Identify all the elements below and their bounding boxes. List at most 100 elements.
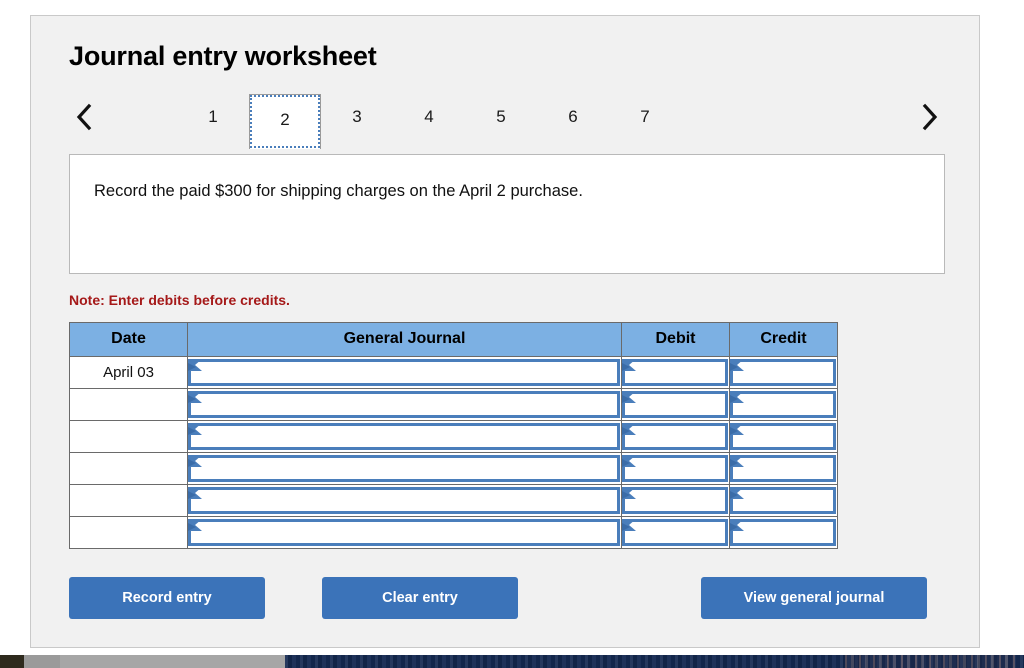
debit-input[interactable]: [637, 457, 721, 479]
table-header-row: Date General Journal Debit Credit: [69, 321, 838, 357]
credit-cell[interactable]: [729, 387, 838, 421]
clear-entry-button[interactable]: Clear entry: [322, 576, 518, 619]
debit-field[interactable]: [622, 518, 728, 546]
dropdown-marker-icon: [622, 390, 636, 403]
general-journal-field[interactable]: [188, 390, 620, 418]
dropdown-marker-icon: [622, 486, 636, 499]
column-header-debit: Debit: [621, 321, 730, 357]
credit-field[interactable]: [730, 390, 836, 418]
view-general-journal-button[interactable]: View general journal: [701, 576, 927, 619]
date-cell[interactable]: [69, 515, 188, 549]
debit-cell[interactable]: [621, 483, 730, 517]
dropdown-marker-icon: [188, 518, 202, 531]
table-row: [69, 515, 838, 549]
column-header-date: Date: [69, 321, 188, 357]
debit-cell[interactable]: [621, 419, 730, 453]
general-journal-input[interactable]: [203, 393, 613, 415]
table-row: [69, 387, 838, 421]
taskbar-gray-segment-a: [24, 655, 60, 668]
tab-6[interactable]: 6: [537, 101, 609, 133]
credit-cell[interactable]: [729, 355, 838, 389]
general-journal-input[interactable]: [203, 425, 613, 447]
credit-cell[interactable]: [729, 451, 838, 485]
taskbar-gray-segment-b: [60, 655, 285, 668]
next-page-arrow[interactable]: [915, 100, 945, 134]
dropdown-marker-icon: [730, 390, 744, 403]
general-journal-field[interactable]: [188, 518, 620, 546]
date-cell[interactable]: [69, 419, 188, 453]
general-journal-cell[interactable]: [187, 387, 622, 421]
credit-input[interactable]: [745, 521, 829, 543]
credit-field[interactable]: [730, 358, 836, 386]
credit-field[interactable]: [730, 518, 836, 546]
debit-cell[interactable]: [621, 515, 730, 549]
credit-input[interactable]: [745, 489, 829, 511]
debit-input[interactable]: [637, 521, 721, 543]
page-title: Journal entry worksheet: [69, 41, 377, 71]
general-journal-field[interactable]: [188, 454, 620, 482]
credit-input[interactable]: [745, 361, 829, 383]
tab-1[interactable]: 1: [177, 101, 249, 133]
dropdown-marker-icon: [188, 454, 202, 467]
debit-field[interactable]: [622, 390, 728, 418]
credit-cell[interactable]: [729, 515, 838, 549]
debit-field[interactable]: [622, 486, 728, 514]
tab-7[interactable]: 7: [609, 101, 681, 133]
general-journal-input[interactable]: [203, 521, 613, 543]
general-journal-input[interactable]: [203, 489, 613, 511]
table-row: [69, 451, 838, 485]
wallpaper-texture-warm: [845, 655, 1015, 668]
debit-cell[interactable]: [621, 355, 730, 389]
dropdown-marker-icon: [188, 390, 202, 403]
credit-input[interactable]: [745, 393, 829, 415]
debit-field[interactable]: [622, 454, 728, 482]
debit-input[interactable]: [637, 361, 721, 383]
general-journal-cell[interactable]: [187, 451, 622, 485]
tab-2[interactable]: 2: [249, 93, 321, 149]
chevron-right-icon: [921, 103, 939, 131]
dropdown-marker-icon: [730, 422, 744, 435]
journal-table-head: Date General Journal Debit Credit: [69, 321, 838, 357]
general-journal-cell[interactable]: [187, 483, 622, 517]
debit-cell[interactable]: [621, 451, 730, 485]
previous-page-arrow[interactable]: [69, 100, 99, 134]
general-journal-field[interactable]: [188, 358, 620, 386]
credit-cell[interactable]: [729, 483, 838, 517]
debit-cell[interactable]: [621, 387, 730, 421]
credit-input[interactable]: [745, 457, 829, 479]
tab-3[interactable]: 3: [321, 101, 393, 133]
action-button-row: Record entry Clear entry View general jo…: [69, 576, 945, 619]
tab-4[interactable]: 4: [393, 101, 465, 133]
credit-field[interactable]: [730, 422, 836, 450]
journal-table-body: April 03: [69, 355, 838, 549]
dropdown-marker-icon: [730, 486, 744, 499]
table-row: April 03: [69, 355, 838, 389]
debit-input[interactable]: [637, 489, 721, 511]
general-journal-input[interactable]: [203, 457, 613, 479]
instruction-text: Record the paid $300 for shipping charge…: [94, 181, 583, 200]
tab-5[interactable]: 5: [465, 101, 537, 133]
date-cell[interactable]: [69, 451, 188, 485]
debit-field[interactable]: [622, 358, 728, 386]
general-journal-cell[interactable]: [187, 515, 622, 549]
date-cell[interactable]: [69, 483, 188, 517]
dropdown-marker-icon: [188, 486, 202, 499]
credit-field[interactable]: [730, 454, 836, 482]
credit-cell[interactable]: [729, 419, 838, 453]
general-journal-field[interactable]: [188, 486, 620, 514]
credit-input[interactable]: [745, 425, 829, 447]
dropdown-marker-icon: [622, 518, 636, 531]
debit-field[interactable]: [622, 422, 728, 450]
debit-input[interactable]: [637, 393, 721, 415]
debit-input[interactable]: [637, 425, 721, 447]
general-journal-cell[interactable]: [187, 419, 622, 453]
record-entry-button[interactable]: Record entry: [69, 576, 265, 619]
date-cell[interactable]: April 03: [69, 355, 188, 389]
general-journal-input[interactable]: [203, 361, 613, 383]
general-journal-field[interactable]: [188, 422, 620, 450]
credit-field[interactable]: [730, 486, 836, 514]
dropdown-marker-icon: [622, 358, 636, 371]
general-journal-cell[interactable]: [187, 355, 622, 389]
table-row: [69, 419, 838, 453]
date-cell[interactable]: [69, 387, 188, 421]
